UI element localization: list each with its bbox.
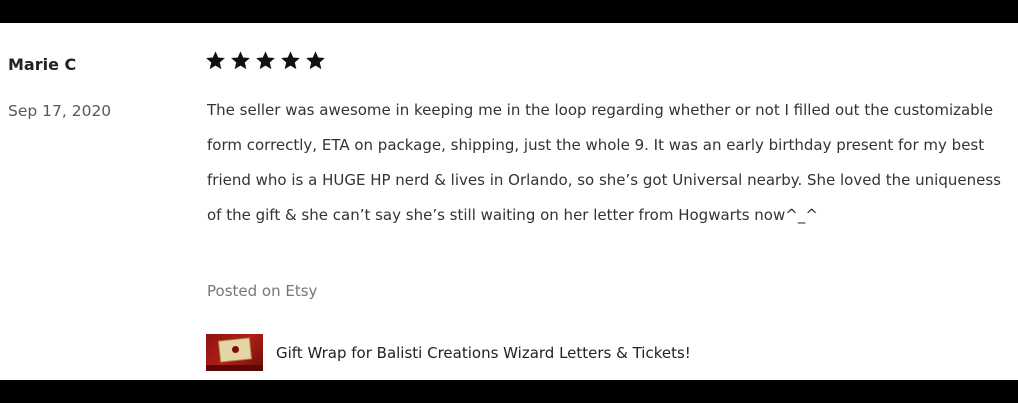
product-title[interactable]: Gift Wrap for Balisti Creations Wizard L… — [276, 344, 691, 362]
review-text: The seller was awesome in keeping me in … — [207, 101, 1001, 224]
star-icon — [280, 50, 301, 71]
star-icon — [305, 50, 326, 71]
review-card: Marie C Sep 17, 2020 The seller was awes… — [0, 23, 1018, 380]
purchased-product-link[interactable]: Gift Wrap for Balisti Creations Wizard L… — [206, 334, 691, 371]
product-thumbnail[interactable] — [206, 334, 263, 371]
star-icon — [205, 50, 226, 71]
star-rating — [205, 50, 326, 71]
star-icon — [230, 50, 251, 71]
thumbnail-seal — [232, 346, 239, 353]
thumbnail-strip — [206, 365, 263, 371]
reviewer-name: Marie C — [8, 55, 77, 74]
star-icon — [255, 50, 276, 71]
review-source: Posted on Etsy — [207, 282, 318, 300]
review-date: Sep 17, 2020 — [8, 102, 112, 120]
